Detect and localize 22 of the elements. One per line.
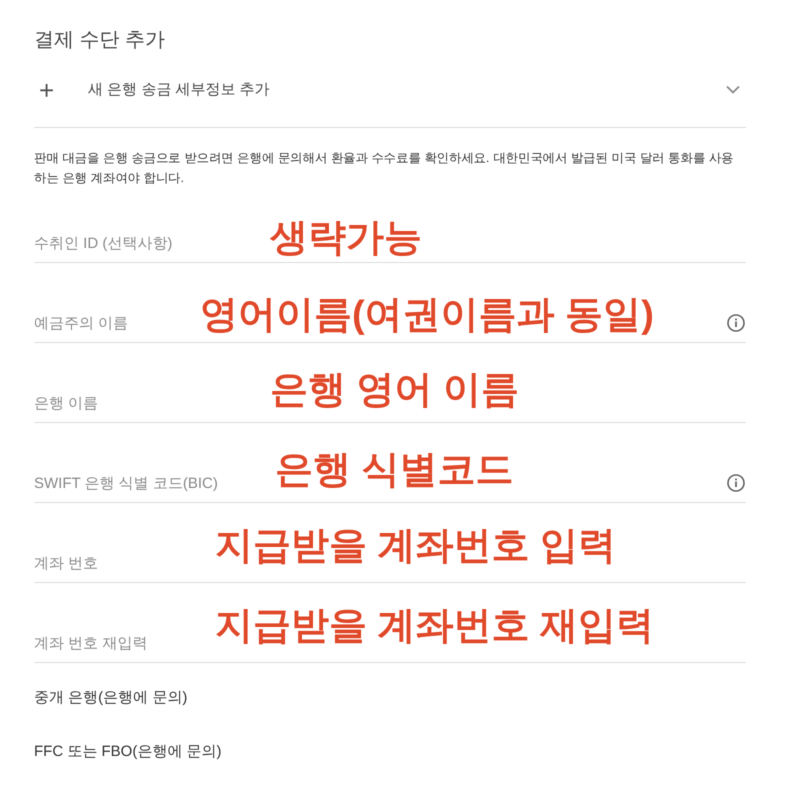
- page-title: 결제 수단 추가: [34, 28, 166, 52]
- info-icon[interactable]: [727, 314, 745, 332]
- section-label: 새 은행 송금 세부정보 추가: [88, 80, 271, 99]
- annotation-text: 은행 식별코드: [275, 448, 514, 492]
- text-field[interactable]: 수취인 ID (선택사항): [34, 224, 262, 262]
- annotation-text: 생략가능: [270, 216, 422, 260]
- chevron-down-icon: [726, 85, 740, 94]
- notice-text: 판매 대금을 은행 송금으로 받으려면 은행에 문의해서 환율과 수수료를 확인하세요. 대한민국에서 발급된 미국 달러 통화를 사용하는 은행 계좌여야 합니다.: [34, 150, 734, 187]
- text-field[interactable]: 계좌 번호 재입력: [34, 624, 208, 662]
- info-icon[interactable]: [727, 474, 745, 492]
- plus-icon: +: [39, 76, 61, 102]
- text-field[interactable]: 계좌 번호: [34, 544, 208, 582]
- annotation-text: 영어이름(여권이름과 동일): [200, 293, 654, 337]
- text-field[interactable]: 예금주의 이름: [34, 304, 194, 342]
- expand-link[interactable]: 중개 은행(은행에 문의): [34, 687, 188, 709]
- annotation-text: 지급받을 계좌번호 재입력: [215, 604, 654, 648]
- text-field[interactable]: 은행 이름: [34, 384, 262, 422]
- annotation-text: 은행 영어 이름: [270, 368, 520, 412]
- text-field[interactable]: SWIFT 은행 식별 코드(BIC): [34, 464, 268, 502]
- annotation-text: 지급받을 계좌번호 입력: [215, 524, 616, 568]
- expand-link[interactable]: FFC 또는 FBO(은행에 문의): [34, 741, 222, 763]
- expand-section-row[interactable]: + 새 은행 송금 세부정보 추가: [34, 52, 746, 128]
